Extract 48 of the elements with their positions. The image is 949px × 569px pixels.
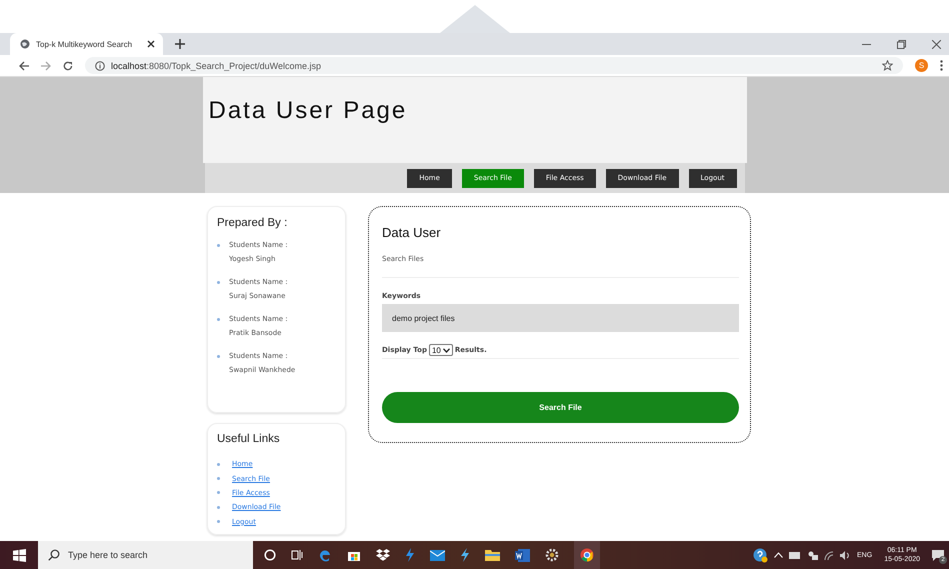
dropbox-icon[interactable] <box>376 549 390 561</box>
bullet-icon <box>217 244 220 247</box>
task-view-icon[interactable] <box>291 549 303 561</box>
battery-icon[interactable] <box>789 552 802 558</box>
edge-icon[interactable] <box>318 548 332 562</box>
tab-title: Top-k Multikeyword Search <box>36 40 134 48</box>
restore-icon[interactable] <box>897 40 906 48</box>
bullet-icon <box>217 491 220 494</box>
speaker-icon[interactable] <box>840 550 852 560</box>
form-title: Data User <box>382 225 442 240</box>
bullet-icon <box>217 318 220 321</box>
close-icon[interactable] <box>932 40 941 48</box>
top-count-dropdown[interactable]: 10 <box>428 344 453 356</box>
lightning-icon[interactable] <box>405 548 415 562</box>
close-icon[interactable] <box>147 40 155 48</box>
help-icon[interactable] <box>753 548 768 562</box>
bullet-icon <box>217 462 220 466</box>
word-icon[interactable] <box>515 548 530 562</box>
mail-icon[interactable] <box>430 549 445 561</box>
bullet-icon <box>217 355 220 358</box>
chevron-down-icon <box>442 348 450 352</box>
keywords-field[interactable]: demo project files <box>382 304 739 332</box>
reload-icon[interactable] <box>63 60 73 70</box>
bullet-icon <box>217 281 220 284</box>
page-title: Data User Page <box>208 97 408 125</box>
cortana-icon[interactable] <box>264 549 276 561</box>
wifi-icon[interactable] <box>824 550 834 560</box>
chrome-icon[interactable] <box>574 541 600 569</box>
new-tab-icon[interactable] <box>175 39 185 49</box>
address-bar[interactable]: localhost:8080/Topk_Search_Project/duWelcome.jsp <box>85 57 903 74</box>
taskbar-search-field[interactable]: Type here to search <box>38 541 253 569</box>
bullet-icon <box>217 520 220 524</box>
chevron-up-icon[interactable] <box>774 552 784 558</box>
browser-tab[interactable]: Top-k Multikeyword Search <box>10 33 163 55</box>
search-file-button[interactable]: Search File <box>382 392 739 423</box>
menu-icon[interactable] <box>940 60 943 71</box>
bolt-icon[interactable] <box>460 548 470 562</box>
search-icon <box>48 549 60 561</box>
gear-icon[interactable] <box>545 548 559 562</box>
globe-icon <box>20 39 30 49</box>
back-icon[interactable] <box>19 60 29 70</box>
bullet-icon <box>217 506 220 509</box>
folder-icon[interactable] <box>485 549 500 561</box>
card-title: Useful Links <box>217 433 281 445</box>
card-title: Prepared By : <box>217 217 288 229</box>
bullet-icon <box>217 477 220 480</box>
star-icon[interactable] <box>882 60 893 71</box>
info-icon <box>95 60 105 70</box>
